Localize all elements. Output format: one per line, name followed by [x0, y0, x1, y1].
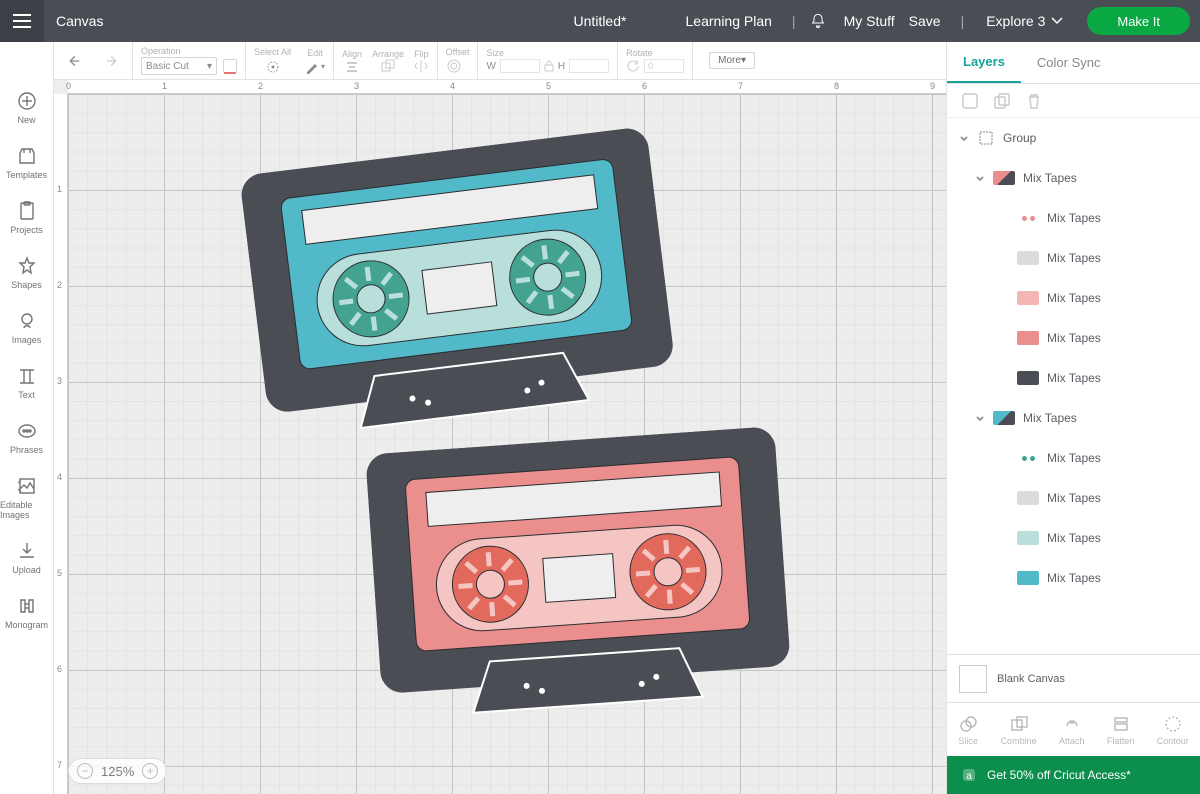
operation-label: Operation — [141, 46, 181, 56]
menu-icon[interactable] — [0, 0, 44, 42]
machine-name: Explore 3 — [986, 13, 1045, 29]
size-w-label: W — [486, 61, 495, 72]
layer-sub-1[interactable]: Mix Tapes — [947, 238, 1200, 278]
align-icon[interactable] — [345, 59, 359, 73]
rail-shapes[interactable]: Shapes — [0, 245, 53, 300]
rail-new[interactable]: New — [0, 80, 53, 135]
ruler-vertical: 12345678 — [54, 94, 68, 794]
my-stuff-link[interactable]: My Stuff — [832, 13, 907, 29]
duplicate-icon[interactable] — [993, 92, 1011, 110]
op-combine[interactable]: Combine — [1001, 714, 1037, 746]
size-h-input[interactable] — [569, 59, 609, 73]
zoom-value: 125% — [101, 764, 134, 779]
save-button[interactable]: Save — [907, 13, 953, 29]
right-panel: Layers Color Sync GroupMix TapesMix Tape… — [946, 42, 1200, 794]
machine-selector[interactable]: Explore 3 — [972, 13, 1077, 29]
layer-group[interactable]: Group — [947, 118, 1200, 158]
op-slice[interactable]: Slice — [958, 714, 978, 746]
trash-icon[interactable] — [1025, 92, 1043, 110]
bell-icon[interactable] — [804, 13, 832, 29]
layer-sub2-3[interactable]: Mix Tapes — [947, 558, 1200, 598]
offset-icon[interactable] — [446, 58, 462, 74]
svg-text:a: a — [966, 771, 972, 782]
project-title[interactable]: Untitled* — [574, 13, 627, 29]
rotate-input[interactable]: 0 — [644, 59, 684, 73]
rotate-label: Rotate — [626, 48, 653, 58]
zoom-out-icon[interactable]: − — [77, 763, 93, 779]
tab-layers[interactable]: Layers — [947, 42, 1021, 83]
layer-mixtapes-2[interactable]: Mix Tapes — [947, 398, 1200, 438]
layer-sub-3[interactable]: Mix Tapes — [947, 318, 1200, 358]
layer-sub2-0[interactable]: Mix Tapes — [947, 438, 1200, 478]
canvas-stage[interactable]: 01234567891011 12345678 — [54, 80, 946, 794]
undo-icon[interactable] — [68, 52, 86, 70]
op-attach[interactable]: Attach — [1059, 714, 1085, 746]
select-all-button[interactable]: Select All — [254, 47, 291, 57]
left-rail: NewTemplatesProjectsShapesImagesTextPhra… — [0, 42, 54, 794]
operation-select[interactable]: Basic Cut▾ — [141, 57, 217, 75]
rail-phrases[interactable]: Phrases — [0, 410, 53, 465]
separator: | — [953, 13, 973, 29]
flip-label: Flip — [414, 49, 429, 59]
layer-sub2-2[interactable]: Mix Tapes — [947, 518, 1200, 558]
rail-editable-images[interactable]: Editable Images — [0, 465, 53, 530]
layer-mixtapes-1[interactable]: Mix Tapes — [947, 158, 1200, 198]
color-swatch[interactable] — [223, 59, 237, 73]
layer-sub-4[interactable]: Mix Tapes — [947, 358, 1200, 398]
layer-sub-2[interactable]: Mix Tapes — [947, 278, 1200, 318]
ruler-horizontal: 01234567891011 — [68, 80, 946, 94]
offset-label: Offset — [446, 47, 470, 57]
select-all-icon[interactable] — [265, 59, 281, 75]
rail-templates[interactable]: Templates — [0, 135, 53, 190]
mix-tape-pink[interactable] — [365, 426, 793, 724]
group-icon — [977, 129, 995, 147]
make-it-button[interactable]: Make It — [1087, 7, 1190, 35]
promo-text: Get 50% off Cricut Access* — [987, 768, 1131, 782]
access-icon: a — [961, 767, 977, 783]
size-h-label: H — [558, 61, 565, 72]
rotate-icon[interactable] — [626, 59, 640, 73]
separator: | — [784, 13, 804, 29]
zoom-control[interactable]: − 125% + — [68, 758, 167, 784]
chevron-down-icon — [1051, 17, 1063, 25]
rail-projects[interactable]: Projects — [0, 190, 53, 245]
edit-icon[interactable] — [305, 60, 319, 74]
layer-sub-0[interactable]: Mix Tapes — [947, 198, 1200, 238]
group-icon[interactable] — [961, 92, 979, 110]
lock-icon[interactable] — [544, 60, 554, 72]
redo-icon[interactable] — [100, 52, 118, 70]
promo-banner[interactable]: a Get 50% off Cricut Access* — [947, 756, 1200, 794]
arrange-label: Arrange — [372, 49, 404, 59]
zoom-in-icon[interactable]: + — [142, 763, 158, 779]
app-name: Canvas — [44, 13, 115, 29]
rail-text[interactable]: Text — [0, 355, 53, 410]
more-button[interactable]: More▾ — [709, 52, 755, 69]
edit-button[interactable]: Edit — [307, 48, 323, 58]
blank-canvas-row[interactable]: Blank Canvas — [947, 654, 1200, 702]
size-label: Size — [486, 48, 504, 58]
tab-color-sync[interactable]: Color Sync — [1021, 42, 1117, 83]
arrange-icon[interactable] — [381, 59, 395, 73]
mix-tape-blue[interactable] — [239, 126, 679, 444]
op-contour[interactable]: Contour — [1157, 714, 1189, 746]
rail-upload[interactable]: Upload — [0, 530, 53, 585]
blank-canvas-swatch — [959, 665, 987, 693]
learning-plan-link[interactable]: Learning Plan — [674, 13, 784, 29]
align-label: Align — [342, 49, 362, 59]
layer-sub2-1[interactable]: Mix Tapes — [947, 478, 1200, 518]
rail-monogram[interactable]: Monogram — [0, 585, 53, 640]
rail-images[interactable]: Images — [0, 300, 53, 355]
flip-icon[interactable] — [414, 59, 428, 73]
blank-canvas-label: Blank Canvas — [997, 673, 1065, 685]
size-w-input[interactable] — [500, 59, 540, 73]
op-flatten[interactable]: Flatten — [1107, 714, 1135, 746]
app-header: Canvas Untitled* Learning Plan | My Stuf… — [0, 0, 1200, 42]
